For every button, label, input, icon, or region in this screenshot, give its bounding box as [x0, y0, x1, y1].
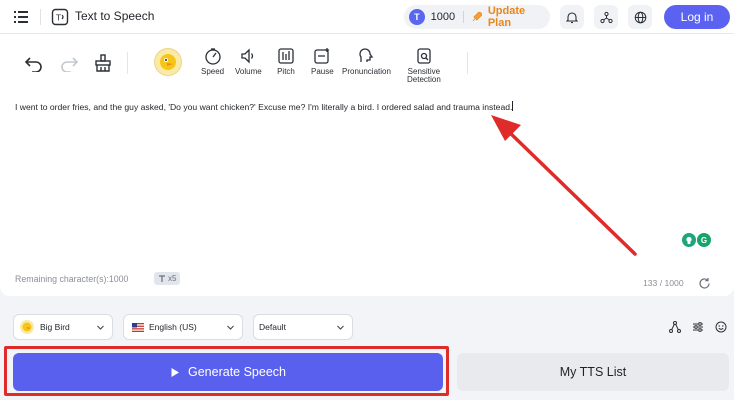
chevron-down-icon	[97, 325, 104, 330]
pronunciation-icon	[359, 48, 374, 62]
smiley-icon	[715, 321, 727, 333]
voice-select-value: Big Bird	[40, 322, 70, 332]
volume-icon	[241, 48, 254, 64]
login-button[interactable]: Log in	[664, 5, 730, 29]
play-icon	[171, 367, 179, 377]
refresh-icon	[699, 278, 710, 289]
share-nodes-icon	[669, 321, 681, 333]
pronunciation-tool[interactable]: Pronunciation	[342, 47, 391, 76]
speed-tool[interactable]: Speed	[201, 47, 224, 76]
text-multiplier-icon	[159, 274, 165, 282]
language-select-value: English (US)	[149, 322, 197, 332]
pronunciation-label: Pronunciation	[342, 67, 391, 76]
header-divider	[40, 9, 41, 25]
us-flag-icon	[132, 322, 144, 332]
redo-icon	[61, 57, 79, 72]
coin-icon: T	[409, 9, 425, 25]
sensitive-detection-tool[interactable]: Sensitive Detection	[407, 47, 441, 84]
chevron-down-icon	[227, 325, 234, 330]
text-caret	[512, 101, 514, 111]
volume-tool[interactable]: Volume	[235, 47, 262, 76]
page-title: Text to Speech	[75, 9, 155, 23]
api-button[interactable]	[594, 5, 618, 29]
credit-count: 1000	[430, 11, 456, 23]
voice-select[interactable]: Big Bird	[13, 314, 113, 340]
undo-icon	[24, 57, 42, 72]
top-bar: T Text to Speech T 1000 Update Plan Log …	[0, 0, 734, 34]
speed-label: Speed	[201, 67, 225, 76]
credits-divider	[463, 11, 465, 23]
pitch-icon	[278, 48, 294, 64]
grammar-badges: G	[682, 233, 711, 247]
remaining-characters: Remaining character(s):1000	[15, 274, 129, 284]
update-plan-link[interactable]: Update Plan	[488, 5, 550, 29]
pause-tool[interactable]: Pause	[311, 47, 334, 76]
my-tts-list-button[interactable]: My TTS List	[457, 353, 729, 391]
text-editor-panel: Speed Volume Pitch Pause Pronunciation S…	[0, 34, 734, 296]
volume-label: Volume	[235, 67, 262, 76]
nodes-icon	[599, 11, 613, 23]
pause-insert-icon	[314, 48, 330, 64]
toolbar-divider-end	[467, 52, 468, 74]
language-select[interactable]: English (US)	[123, 314, 243, 340]
redo-button[interactable]	[59, 54, 79, 74]
style-select[interactable]: Default	[253, 314, 353, 340]
style-select-value: Default	[259, 322, 286, 332]
globe-icon	[634, 11, 646, 23]
character-counter: 133 / 1000	[643, 278, 684, 288]
multiplier-badge: x5	[154, 272, 181, 285]
rocket-icon	[472, 11, 483, 22]
menu-icon[interactable]	[10, 7, 32, 27]
share-button[interactable]	[667, 319, 683, 335]
speedometer-icon	[204, 48, 221, 65]
notification-bell-button[interactable]	[560, 5, 584, 29]
brush-icon	[95, 54, 111, 72]
script-text: I went to order fries, and the guy asked…	[15, 102, 513, 112]
big-bird-avatar-icon	[160, 54, 176, 70]
clear-button[interactable]	[93, 53, 113, 75]
pause-label: Pause	[311, 67, 334, 76]
svg-text:T: T	[55, 14, 61, 23]
text-input-area[interactable]: I went to order fries, and the guy asked…	[15, 101, 715, 112]
sensitive-label-line2: Detection	[407, 75, 441, 84]
pitch-label: Pitch	[277, 67, 295, 76]
text-to-speech-icon: T	[51, 8, 69, 26]
multiplier-value: x5	[168, 274, 177, 283]
voice-avatar[interactable]	[154, 48, 182, 76]
refresh-button[interactable]	[698, 277, 711, 295]
sliders-icon	[693, 322, 703, 332]
language-button[interactable]	[628, 5, 652, 29]
bell-icon	[566, 11, 578, 23]
undo-button[interactable]	[24, 54, 44, 74]
generate-speech-button[interactable]: Generate Speech	[13, 353, 443, 391]
credits-pill[interactable]: T 1000 Update Plan	[404, 5, 550, 29]
generate-speech-label: Generate Speech	[188, 365, 286, 379]
pitch-tool[interactable]: Pitch	[277, 47, 295, 76]
big-bird-mini-icon	[20, 320, 34, 334]
emotion-button[interactable]	[713, 319, 729, 335]
settings-sliders-button[interactable]	[690, 319, 706, 335]
grammarly-icon[interactable]: G	[697, 233, 711, 247]
lightbulb-icon[interactable]	[682, 233, 696, 247]
chevron-down-icon	[337, 325, 344, 330]
toolbar-divider	[127, 52, 128, 74]
search-document-icon	[417, 48, 431, 64]
